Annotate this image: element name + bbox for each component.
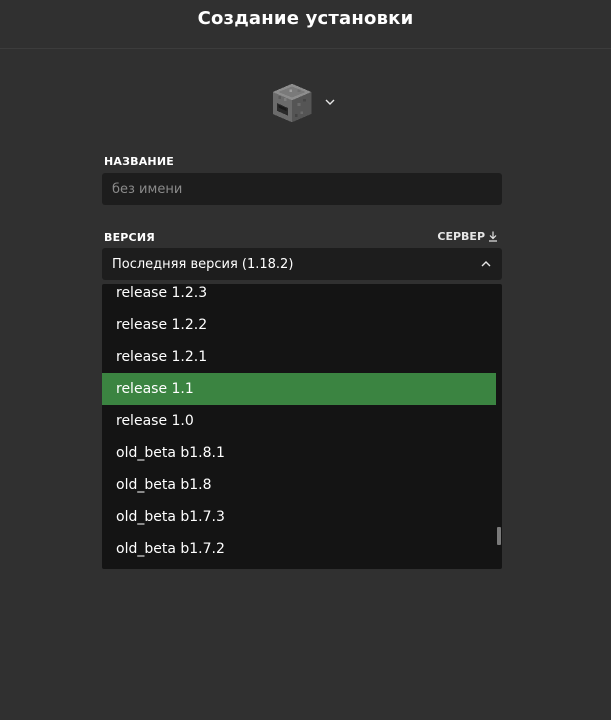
version-select[interactable]: Последняя версия (1.18.2) bbox=[102, 248, 502, 280]
version-option[interactable]: old_beta b1.8 bbox=[102, 469, 496, 501]
scrollbar-thumb[interactable] bbox=[497, 527, 501, 545]
chevron-up-icon bbox=[481, 261, 491, 267]
name-label: НАЗВАНИЕ bbox=[104, 155, 174, 168]
version-options: release 1.2.3 release 1.2.2 release 1.2.… bbox=[102, 284, 496, 565]
server-link-label: СЕРВЕР bbox=[437, 230, 485, 243]
chevron-down-icon bbox=[325, 99, 335, 105]
version-option[interactable]: old_beta b1.8.1 bbox=[102, 437, 496, 469]
version-option[interactable]: old_beta b1.7.2 bbox=[102, 533, 496, 565]
page-title: Создание установки bbox=[197, 8, 414, 29]
dropdown-scrollbar[interactable] bbox=[496, 284, 502, 569]
version-option[interactable]: old_beta b1.7.3 bbox=[102, 501, 496, 533]
version-option[interactable]: release 1.0 bbox=[102, 405, 496, 437]
furnace-icon bbox=[272, 83, 312, 123]
download-icon bbox=[489, 231, 497, 242]
version-option[interactable]: release 1.2.1 bbox=[102, 341, 496, 373]
version-option[interactable]: release 1.2.2 bbox=[102, 309, 496, 341]
header-bar: Создание установки bbox=[0, 0, 611, 49]
version-dropdown-list[interactable]: release 1.2.3 release 1.2.2 release 1.2.… bbox=[102, 284, 502, 569]
version-select-value: Последняя версия (1.18.2) bbox=[112, 256, 294, 272]
name-input[interactable] bbox=[102, 173, 502, 205]
version-option[interactable]: release 1.2.3 bbox=[102, 284, 496, 309]
version-option-selected[interactable]: release 1.1 bbox=[102, 373, 496, 405]
icon-picker-button[interactable] bbox=[268, 80, 348, 126]
server-download-link[interactable]: СЕРВЕР bbox=[437, 230, 498, 243]
version-label: ВЕРСИЯ bbox=[104, 231, 155, 244]
